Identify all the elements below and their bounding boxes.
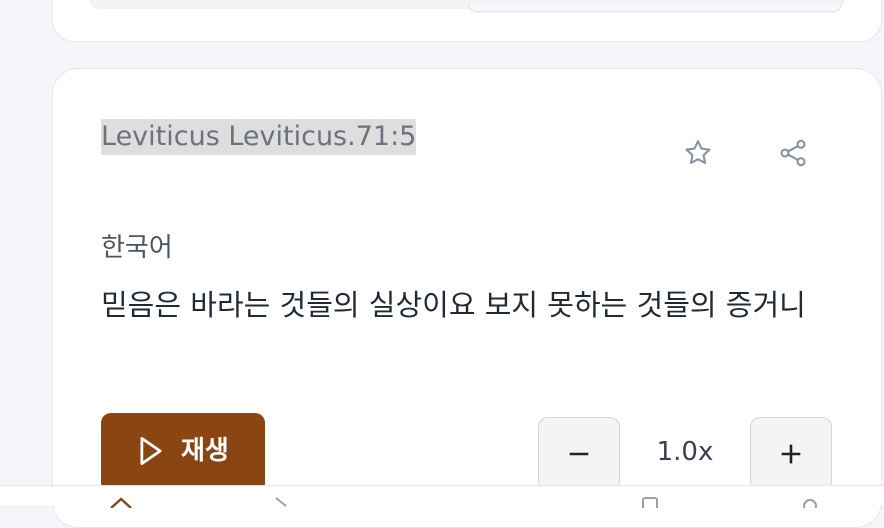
verse-card: Leviticus Leviticus.71:5 한국어 믿음은 바라는 것들의… <box>52 68 882 528</box>
verse-text: 믿음은 바라는 것들의 실상이요 보지 못하는 것들의 증거니 <box>101 288 806 322</box>
bottom-navigation <box>0 485 884 508</box>
home-icon[interactable] <box>108 496 134 508</box>
share-button[interactable] <box>775 135 811 171</box>
play-label: 재생 <box>181 436 229 466</box>
speed-decrease-button[interactable] <box>538 417 620 491</box>
play-icon <box>140 437 162 465</box>
verse-reference[interactable]: Leviticus Leviticus.71:5 <box>101 119 417 155</box>
play-button[interactable]: 재생 <box>101 413 265 493</box>
previous-verse-card <box>52 0 882 42</box>
favorite-button[interactable] <box>680 135 716 171</box>
settings-icon[interactable] <box>800 496 820 508</box>
bookmark-icon[interactable] <box>640 496 660 508</box>
speed-increase-button[interactable] <box>750 417 832 491</box>
plus-icon <box>781 444 801 464</box>
playback-speed: 1.0x <box>656 437 714 467</box>
play-icon[interactable] <box>272 496 292 508</box>
language-label: 한국어 <box>101 233 173 263</box>
minus-icon <box>569 452 589 456</box>
previous-card-control <box>469 3 841 11</box>
star-icon <box>685 140 711 165</box>
share-icon <box>780 139 806 167</box>
